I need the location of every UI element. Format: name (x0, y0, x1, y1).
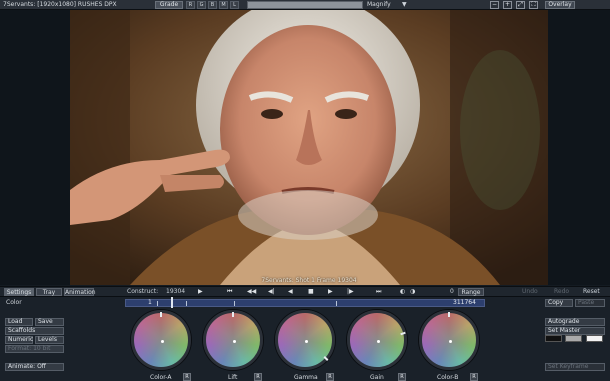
wheel-center-dot[interactable] (233, 340, 236, 343)
reset-lift-button[interactable]: R (254, 373, 262, 381)
play-forward-small-icon[interactable]: ▶ (198, 287, 203, 297)
numeric-button[interactable]: Numeric (5, 336, 33, 344)
white-swatch[interactable] (586, 335, 603, 342)
loop-mode-icon[interactable]: ◐ (400, 287, 405, 297)
tab-tray[interactable]: Tray (36, 288, 62, 296)
tab-settings[interactable]: Settings (4, 288, 34, 296)
scaffolds-button[interactable]: Scaffolds (5, 327, 64, 335)
save-button[interactable]: Save (35, 318, 64, 326)
skip-to-end-icon[interactable]: ⏭ (376, 287, 381, 297)
levels-button[interactable]: Levels (35, 336, 64, 344)
tab-transport-bar: Settings Tray Animation Construct: 19304… (0, 286, 610, 297)
animate-toggle[interactable]: Animate: Off (5, 363, 64, 371)
color-b-wheel[interactable] (419, 310, 479, 370)
range-button[interactable]: Range (458, 288, 484, 296)
step-back-frames-icon[interactable]: ◀◀ (247, 287, 256, 297)
wheel-center-dot[interactable] (377, 340, 380, 343)
tab-animation[interactable]: Animation (64, 288, 96, 296)
channel-b-button[interactable]: B (208, 1, 217, 9)
paste-button[interactable]: Paste (575, 299, 605, 307)
timeline-start: 1 (148, 299, 152, 306)
left-panel (0, 10, 70, 285)
wheel-label-color-a: Color-A (150, 374, 172, 381)
wheel-marker (448, 312, 450, 317)
wheel-marker (400, 331, 406, 336)
play-icon[interactable]: ▶ (328, 287, 333, 297)
plus-icon[interactable]: + (503, 1, 512, 9)
gain-wheel[interactable] (347, 310, 407, 370)
wheel-center-dot[interactable] (449, 340, 452, 343)
color-section-label: Color (6, 299, 22, 306)
right-panel (548, 10, 610, 285)
top-bar: 7Servants: [1920x1080] RUSHES DPX Grade … (0, 0, 610, 10)
fit-icon[interactable]: ⤢ (516, 1, 525, 9)
reset-color-b-button[interactable]: R (470, 373, 478, 381)
copy-button[interactable]: Copy (545, 299, 573, 307)
fullscreen-icon[interactable]: ⛶ (529, 1, 538, 9)
reset-color-a-button[interactable]: R (183, 373, 191, 381)
wheel-marker (232, 312, 234, 317)
wheel-label-lift: Lift (228, 374, 238, 381)
bounce-mode-icon[interactable]: ◑ (410, 287, 415, 297)
set-master-button[interactable]: Set Master (545, 327, 605, 335)
autograde-button[interactable]: Autograde (545, 318, 605, 326)
viewer-frame-image (70, 10, 548, 285)
reset-gamma-button[interactable]: R (326, 373, 334, 381)
wheel-label-color-b: Color-B (437, 374, 459, 381)
image-viewer[interactable]: 7Servants: Shot 1 Frame 19304 (70, 10, 548, 285)
step-back-icon[interactable]: ◀| (268, 287, 275, 297)
reset-button[interactable]: Reset (583, 287, 600, 297)
lift-wheel[interactable] (203, 310, 263, 370)
construct-label: Construct: (127, 288, 159, 295)
wheel-label-gain: Gain (370, 374, 384, 381)
channel-m-button[interactable]: M (219, 1, 228, 9)
timeline-tick (234, 301, 235, 306)
gamma-wheel[interactable] (275, 310, 335, 370)
overlay-button[interactable]: Overlay (545, 1, 575, 9)
channel-g-button[interactable]: G (197, 1, 206, 9)
wheel-label-gamma: Gamma (294, 374, 318, 381)
frame-number[interactable]: 19304 (166, 287, 185, 297)
magnify-dropdown-icon[interactable]: ▼ (402, 0, 407, 10)
magnify-label: Magnify (367, 1, 391, 8)
play-reverse-icon[interactable]: ◀ (288, 287, 293, 297)
viewer-caption: 7Servants: Shot 1 Frame 19304 (261, 277, 357, 284)
count-value: 0 (450, 288, 454, 295)
step-forward-icon[interactable]: |▶ (347, 287, 354, 297)
grade-button[interactable]: Grade (155, 1, 183, 9)
timeline-end: 311764 (453, 299, 476, 306)
wheel-marker (323, 356, 329, 361)
black-swatch[interactable] (545, 335, 562, 342)
color-a-wheel[interactable] (131, 310, 191, 370)
timeline-playhead[interactable] (171, 297, 173, 308)
undo-button[interactable]: Undo (522, 287, 538, 297)
magnify-slider[interactable] (247, 1, 363, 9)
channel-r-button[interactable]: R (186, 1, 195, 9)
timeline-tick (157, 301, 158, 306)
timeline-tick (186, 301, 187, 306)
timeline-bar[interactable]: 1 311764 (125, 299, 485, 307)
window-title: 7Servants: [1920x1080] RUSHES DPX (3, 1, 117, 8)
wheel-marker (160, 312, 162, 317)
channel-l-button[interactable]: L (230, 1, 239, 9)
timeline-tick (336, 301, 337, 306)
gray-swatch[interactable] (565, 335, 582, 342)
skip-to-start-icon[interactable]: ⏮ (227, 287, 232, 297)
load-button[interactable]: Load (5, 318, 33, 326)
set-keyframe-button[interactable]: Set Keyframe (545, 363, 605, 371)
reset-gain-button[interactable]: R (398, 373, 406, 381)
redo-button[interactable]: Redo (554, 287, 569, 297)
minus-icon[interactable]: − (490, 1, 499, 9)
wheel-center-dot[interactable] (305, 340, 308, 343)
wheel-center-dot[interactable] (161, 340, 164, 343)
stop-icon[interactable]: ■ (308, 287, 314, 297)
format-selector[interactable]: Format: 10 bit (5, 345, 64, 353)
